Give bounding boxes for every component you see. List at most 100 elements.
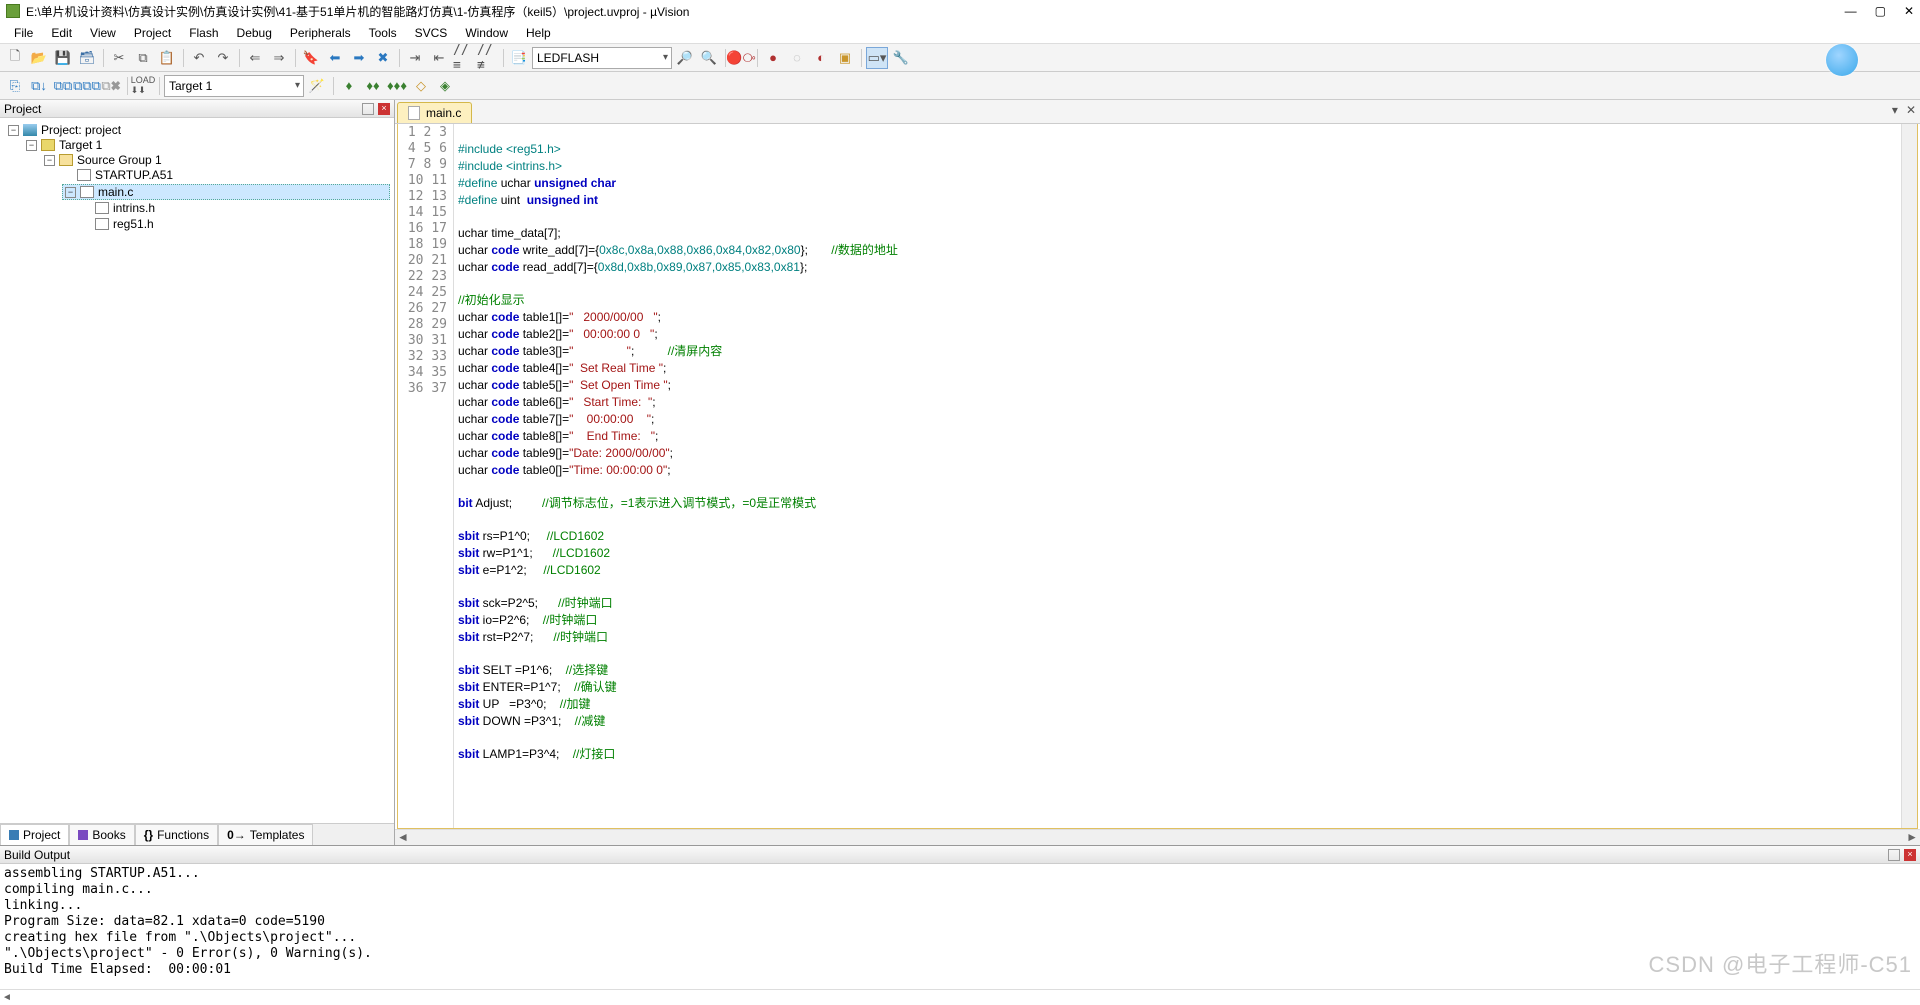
batch-build-icon[interactable]: ⧉⧉⧉ [76, 75, 98, 97]
find-icon[interactable]: 🔎 [674, 47, 696, 69]
build-icon[interactable]: ⧉↓ [28, 75, 50, 97]
pack-installer-icon[interactable]: ◈ [434, 75, 456, 97]
editor-hscroll[interactable]: ◄► [395, 829, 1920, 845]
file-tab-main-c[interactable]: main.c [397, 102, 472, 123]
app-icon [6, 4, 20, 18]
target-combo-text: Target 1 [169, 79, 212, 93]
pin-icon[interactable] [1888, 849, 1900, 861]
menu-project[interactable]: Project [126, 24, 179, 42]
manage-project-icon[interactable]: ♦ [338, 75, 360, 97]
toolbar-main: 🗋 📂 💾 🗃 ✂ ⧉ 📋 ↶ ↷ ⇐ ⇒ 🔖 ⬅ ➡ ✖ ⇥ ⇤ //≡ //… [0, 44, 1920, 72]
bookmark-icon[interactable]: 🔖 [300, 47, 322, 69]
bookmark-next-icon[interactable]: ➡ [348, 47, 370, 69]
tab-functions[interactable]: {}Functions [135, 824, 218, 845]
line-gutter: 1 2 3 4 5 6 7 8 9 10 11 12 13 14 15 16 1… [398, 124, 454, 828]
breakpoint-insert-icon[interactable]: ● [762, 47, 784, 69]
folder-icon [59, 154, 73, 166]
manage-rte-icon[interactable]: ♦♦♦ [386, 75, 408, 97]
assist-orb-icon [1826, 44, 1858, 76]
copy-icon[interactable]: ⧉ [132, 47, 154, 69]
cut-icon[interactable]: ✂ [108, 47, 130, 69]
tree-target[interactable]: Target 1 [59, 138, 102, 152]
window-layout-icon[interactable]: ▭▾ [866, 47, 888, 69]
menu-view[interactable]: View [82, 24, 124, 42]
new-file-icon[interactable]: 🗋 [4, 47, 26, 69]
editor-vscroll[interactable] [1901, 124, 1917, 828]
target-options-icon[interactable]: 🪄 [306, 75, 328, 97]
expander-icon[interactable]: − [65, 187, 76, 198]
code-body[interactable]: #include <reg51.h> #include <intrins.h> … [454, 124, 1901, 828]
menu-peripherals[interactable]: Peripherals [282, 24, 359, 42]
expander-icon[interactable]: − [8, 125, 19, 136]
tab-dropdown-icon[interactable]: ▾ [1892, 103, 1898, 117]
file-asm-icon [77, 169, 91, 181]
minimize-button[interactable]: — [1845, 4, 1857, 18]
close-pane-icon[interactable]: × [1904, 849, 1916, 861]
templates-tab-icon: 0→ [227, 828, 246, 842]
bookmark-prev-icon[interactable]: ⬅ [324, 47, 346, 69]
download-icon[interactable]: LOAD⬇⬇ [132, 75, 154, 97]
menu-flash[interactable]: Flash [181, 24, 226, 42]
uncomment-icon[interactable]: //≢ [476, 47, 498, 69]
save-icon[interactable]: 💾 [52, 47, 74, 69]
find-in-files-icon[interactable]: 📑 [508, 47, 530, 69]
breakpoint-disable-all-icon[interactable]: ◐ [810, 47, 832, 69]
undo-icon[interactable]: ↶ [188, 47, 210, 69]
rebuild-icon[interactable]: ⧉⧉ [52, 75, 74, 97]
menu-help[interactable]: Help [518, 24, 559, 42]
tab-project[interactable]: Project [0, 824, 69, 845]
build-output-title: Build Output [4, 848, 70, 862]
menu-window[interactable]: Window [457, 24, 516, 42]
outdent-icon[interactable]: ⇤ [428, 47, 450, 69]
manage-multi-icon[interactable]: ♦♦ [362, 75, 384, 97]
menu-debug[interactable]: Debug [229, 24, 280, 42]
save-all-icon[interactable]: 🗃 [76, 47, 98, 69]
nav-back-icon[interactable]: ⇐ [244, 47, 266, 69]
tab-books[interactable]: Books [69, 824, 134, 845]
expander-icon[interactable]: − [44, 155, 55, 166]
maximize-button[interactable]: ▢ [1875, 4, 1886, 18]
bookmark-clear-icon[interactable]: ✖ [372, 47, 394, 69]
incremental-find-icon[interactable]: 🔍 [698, 47, 720, 69]
tab-close-icon[interactable]: ✕ [1906, 103, 1916, 117]
expander-icon[interactable]: − [26, 140, 37, 151]
tab-templates[interactable]: 0→Templates [218, 824, 313, 845]
debug-session-icon[interactable]: 🔴⧂ [730, 47, 752, 69]
nav-fwd-icon[interactable]: ⇒ [268, 47, 290, 69]
file-tabs: main.c ▾ ✕ [395, 100, 1920, 124]
menu-tools[interactable]: Tools [361, 24, 405, 42]
menu-svcs[interactable]: SVCS [407, 24, 456, 42]
indent-icon[interactable]: ⇥ [404, 47, 426, 69]
comment-icon[interactable]: //≡ [452, 47, 474, 69]
code-editor[interactable]: 1 2 3 4 5 6 7 8 9 10 11 12 13 14 15 16 1… [397, 124, 1918, 829]
menu-edit[interactable]: Edit [43, 24, 80, 42]
breakpoint-kill-all-icon[interactable]: ▣ [834, 47, 856, 69]
tree-file[interactable]: STARTUP.A51 [95, 168, 173, 182]
file-c-icon [80, 186, 94, 198]
find-combo[interactable]: LEDFLASH [532, 47, 672, 69]
project-tree[interactable]: −Project: project −Target 1 −Source Grou… [0, 118, 394, 823]
tree-file[interactable]: reg51.h [113, 217, 154, 231]
open-file-icon[interactable]: 📂 [28, 47, 50, 69]
close-button[interactable]: ✕ [1904, 4, 1914, 18]
file-h-icon [95, 202, 109, 214]
tree-root[interactable]: Project: project [41, 123, 121, 137]
build-output-hscroll[interactable]: ◄ [0, 989, 1920, 1005]
close-pane-icon[interactable]: × [378, 103, 390, 115]
stop-build-icon[interactable]: ⧉✖ [100, 75, 122, 97]
build-output-body[interactable]: assembling STARTUP.A51... compiling main… [0, 864, 1920, 989]
translate-icon[interactable]: ⎘ [4, 75, 26, 97]
tree-file[interactable]: main.c [98, 185, 133, 199]
functions-tab-icon: {} [144, 828, 153, 842]
manage-packs-icon[interactable]: ◇ [410, 75, 432, 97]
menu-file[interactable]: File [6, 24, 41, 42]
configure-icon[interactable]: 🔧 [890, 47, 912, 69]
tree-file[interactable]: intrins.h [113, 201, 155, 215]
target-combo[interactable]: Target 1 [164, 75, 304, 97]
project-pane-header: Project × [0, 100, 394, 118]
tree-group[interactable]: Source Group 1 [77, 153, 162, 167]
breakpoint-disable-icon[interactable]: ◌ [786, 47, 808, 69]
pin-icon[interactable] [362, 103, 374, 115]
redo-icon[interactable]: ↷ [212, 47, 234, 69]
paste-icon[interactable]: 📋 [156, 47, 178, 69]
